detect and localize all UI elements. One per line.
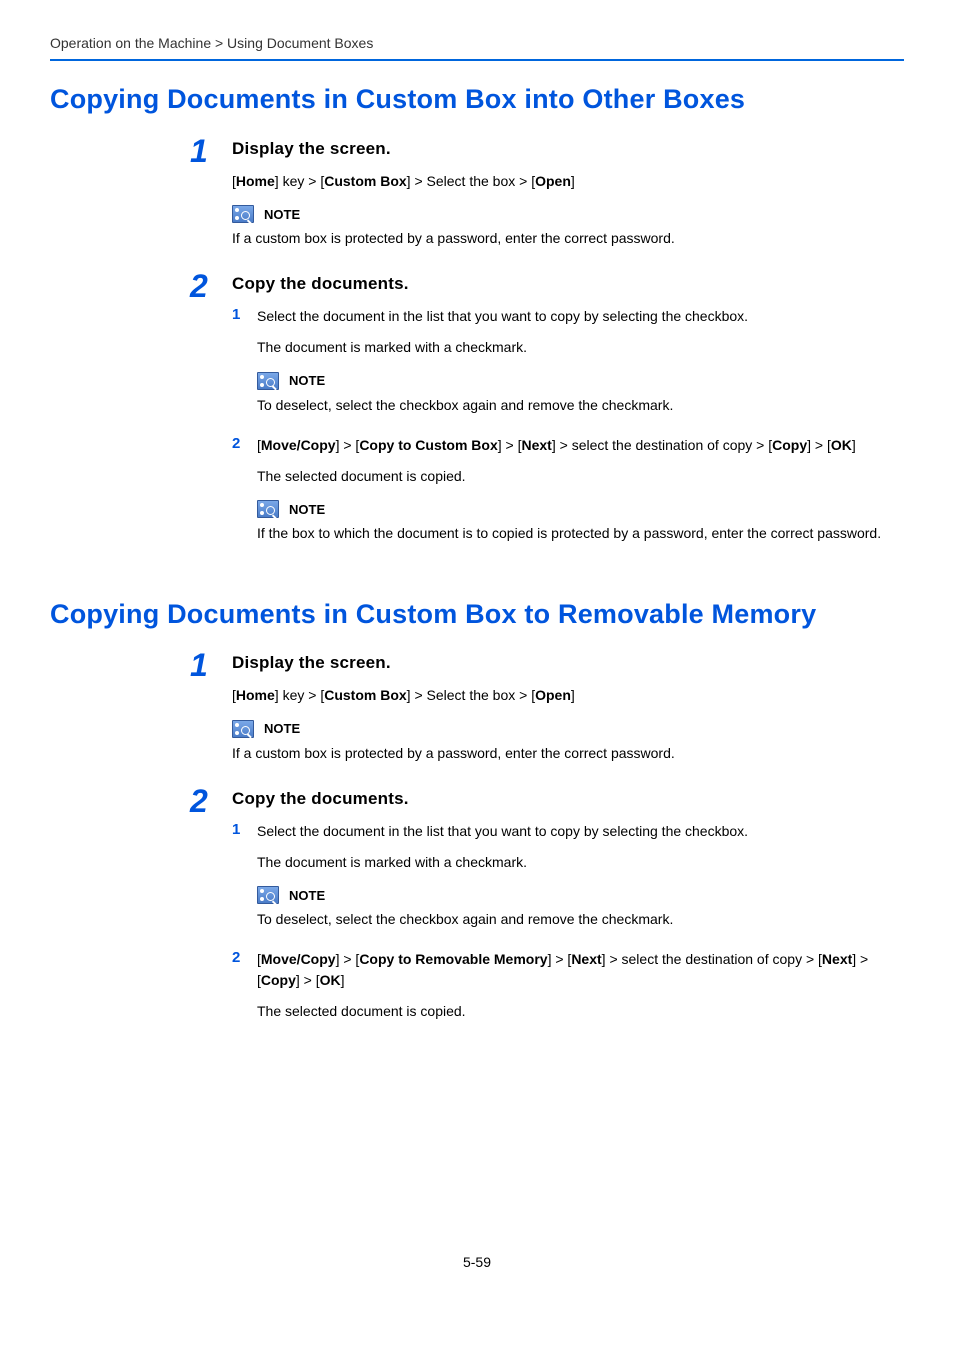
breadcrumb: Operation on the Machine > Using Documen… xyxy=(50,35,904,51)
note-label: NOTE xyxy=(289,888,325,903)
substep-para: The document is marked with a checkmark. xyxy=(257,852,904,872)
step-1: 1 Display the screen. [Home] key > [Cust… xyxy=(190,139,904,269)
section-heading-1: Copying Documents in Custom Box into Oth… xyxy=(50,83,904,117)
substep-para: The selected document is copied. xyxy=(257,1001,904,1021)
note-icon xyxy=(257,372,279,390)
nav-path: [Home] key > [Custom Box] > Select the b… xyxy=(232,685,904,705)
substep-2b: 2 [Move/Copy] > [Copy to Removable Memor… xyxy=(232,949,904,991)
substep-number: 2 xyxy=(232,949,257,966)
substep-text: Select the document in the list that you… xyxy=(257,821,904,842)
note-icon xyxy=(232,205,254,223)
note-text: To deselect, select the checkbox again a… xyxy=(257,909,904,929)
note-box: NOTE To deselect, select the checkbox ag… xyxy=(257,886,904,929)
note-box: NOTE If a custom box is protected by a p… xyxy=(232,720,904,763)
substep-number: 1 xyxy=(232,821,257,838)
note-box: NOTE If the box to which the document is… xyxy=(257,500,904,543)
substep-para: The selected document is copied. xyxy=(257,466,904,486)
note-text: To deselect, select the checkbox again a… xyxy=(257,395,904,415)
step-title: Display the screen. xyxy=(232,653,904,673)
note-label: NOTE xyxy=(289,502,325,517)
substep-text: Select the document in the list that you… xyxy=(257,306,904,327)
note-icon xyxy=(257,500,279,518)
note-text: If a custom box is protected by a passwo… xyxy=(232,228,904,248)
nav-path: [Home] key > [Custom Box] > Select the b… xyxy=(232,171,904,191)
step-number: 1 xyxy=(190,135,232,167)
step-2b: 2 Copy the documents. 1 Select the docum… xyxy=(190,789,904,1036)
section-heading-2: Copying Documents in Custom Box to Remov… xyxy=(50,598,904,632)
note-box: NOTE To deselect, select the checkbox ag… xyxy=(257,372,904,415)
step-number: 2 xyxy=(190,785,232,817)
substep-para: The document is marked with a checkmark. xyxy=(257,337,904,357)
substep-2: 2 [Move/Copy] > [Copy to Custom Box] > [… xyxy=(232,435,904,456)
note-icon xyxy=(257,886,279,904)
substep-text: [Move/Copy] > [Copy to Custom Box] > [Ne… xyxy=(257,435,904,456)
note-text: If a custom box is protected by a passwo… xyxy=(232,743,904,763)
note-box: NOTE If a custom box is protected by a p… xyxy=(232,205,904,248)
substep-number: 1 xyxy=(232,306,257,323)
step-title: Copy the documents. xyxy=(232,274,904,294)
divider xyxy=(50,59,904,61)
step-title: Copy the documents. xyxy=(232,789,904,809)
substep-1: 1 Select the document in the list that y… xyxy=(232,306,904,327)
substep-number: 2 xyxy=(232,435,257,452)
note-icon xyxy=(232,720,254,738)
step-number: 2 xyxy=(190,270,232,302)
step-number: 1 xyxy=(190,649,232,681)
substep-1b: 1 Select the document in the list that y… xyxy=(232,821,904,842)
step-2: 2 Copy the documents. 1 Select the docum… xyxy=(190,274,904,563)
note-label: NOTE xyxy=(264,207,300,222)
substep-text: [Move/Copy] > [Copy to Removable Memory]… xyxy=(257,949,904,991)
note-text: If the box to which the document is to c… xyxy=(257,523,904,543)
page-number: 5-59 xyxy=(0,1254,954,1270)
step-1b: 1 Display the screen. [Home] key > [Cust… xyxy=(190,653,904,783)
step-title: Display the screen. xyxy=(232,139,904,159)
note-label: NOTE xyxy=(289,373,325,388)
note-label: NOTE xyxy=(264,721,300,736)
